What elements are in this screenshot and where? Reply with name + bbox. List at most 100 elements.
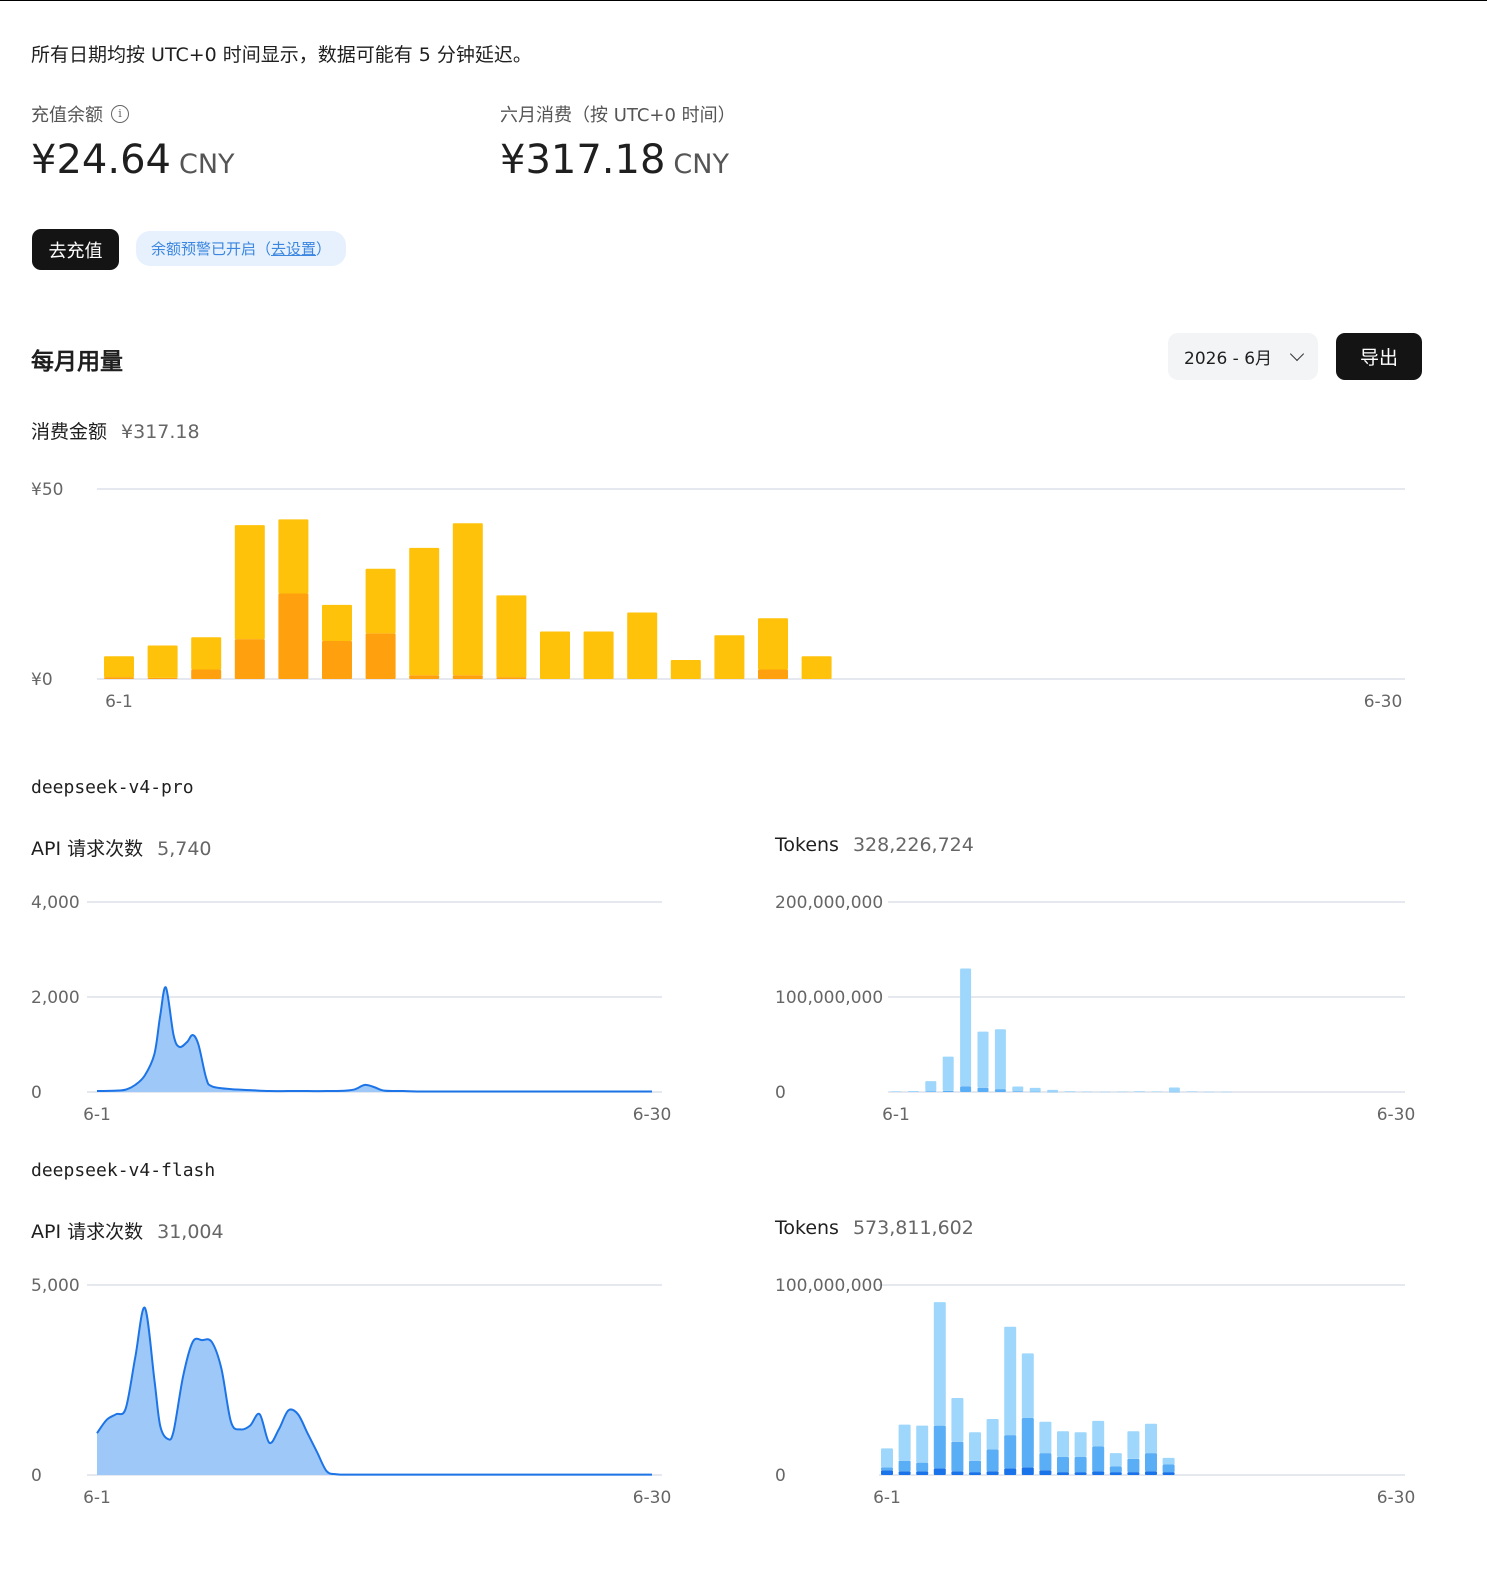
bar-segment [898, 1424, 911, 1461]
usage-title: 每月用量 [31, 349, 123, 375]
bar-segment [933, 1468, 946, 1475]
bar-segment [1134, 1091, 1146, 1092]
bar-segment [925, 1081, 937, 1092]
bar-segment [1109, 1466, 1122, 1473]
alert-text: 余额预警已开启（ [151, 240, 272, 258]
monthly-spend-block: 六月消费（按 UTC+0 时间） ¥317.18 CNY [500, 101, 736, 183]
cost-value: ¥317.18 [121, 421, 200, 443]
bar-segment [1127, 1431, 1140, 1459]
bar-segment [1116, 1091, 1128, 1093]
bar-segment [191, 669, 222, 679]
bar-segment [104, 677, 134, 679]
bar-segment [969, 1460, 981, 1473]
bar-segment [322, 604, 352, 641]
flash-tokens-chart: 0 100,000,000 6-1 6-30 [775, 1276, 1416, 1508]
flash-requests-chart: 0 5,000 6-1 6-30 [31, 1276, 671, 1508]
bar-segment [1145, 1423, 1157, 1454]
topup-button[interactable]: 去充值 [32, 229, 119, 270]
bar-segment [1004, 1468, 1017, 1475]
bar-segment [1145, 1471, 1157, 1475]
bar-segment [1021, 1353, 1034, 1418]
info-icon[interactable]: i [111, 105, 129, 123]
bar-segment [1127, 1458, 1140, 1473]
balance-value: ¥24.64 [31, 137, 171, 183]
bar-segment [951, 1441, 964, 1472]
bar-segment [409, 675, 440, 679]
y-tick-label: 2,000 [31, 988, 80, 1008]
model-name: deepseek-v4-pro [31, 777, 194, 798]
x-tick-label: 6-30 [1377, 1105, 1416, 1125]
bar-segment [758, 618, 788, 670]
bar-segment [1057, 1431, 1069, 1457]
bar-segment [104, 656, 134, 678]
y-tick-label: 200,000,000 [775, 893, 883, 913]
bar-segment [1109, 1453, 1122, 1467]
bar-segment [278, 593, 309, 679]
bar-segment [496, 677, 527, 679]
balance-unit: CNY [178, 149, 235, 180]
bar-segment [977, 1031, 989, 1088]
y-tick-label: 100,000,000 [775, 1276, 883, 1296]
timezone-notice: 所有日期均按 UTC+0 时间显示，数据可能有 5 分钟延迟。 [31, 44, 532, 66]
bar-segment [1162, 1457, 1175, 1465]
bar-segment [933, 1302, 946, 1426]
bar-segment [881, 1470, 893, 1475]
bar-segment [1021, 1418, 1034, 1468]
bar-segment [942, 1056, 954, 1091]
x-tick-label: 6-1 [83, 1105, 111, 1125]
month-select[interactable]: 2026 - 6月 [1168, 333, 1318, 380]
model-name: deepseek-v4-flash [31, 1160, 216, 1181]
y-tick-label: 0 [775, 1083, 786, 1103]
bar-segment [1151, 1091, 1163, 1093]
bar-segment [147, 677, 178, 679]
bar-segment [977, 1087, 989, 1092]
bar-segment [1168, 1091, 1180, 1093]
cost-metric: 消费金额 ¥317.18 [31, 417, 200, 444]
x-tick-label: 6-1 [105, 692, 133, 712]
bar-segment [234, 639, 265, 679]
bar-segment [1186, 1091, 1198, 1092]
bar-segment [951, 1398, 964, 1442]
requests-metric: API 请求次数 31,004 [31, 1217, 224, 1244]
export-button[interactable]: 导出 [1336, 333, 1422, 380]
x-tick-label: 6-1 [83, 1488, 111, 1508]
bar-segment [1047, 1091, 1059, 1093]
x-tick-label: 6-30 [1377, 1488, 1416, 1508]
x-tick-label: 6-30 [633, 1105, 672, 1125]
balance-label: 充值余额 [31, 105, 103, 126]
bar-segment [409, 547, 440, 676]
y-tick-label: ¥50 [31, 480, 63, 500]
bar-segment [986, 1418, 999, 1450]
alert-settings-link[interactable]: 去设置 [271, 238, 316, 259]
tokens-label: Tokens [775, 834, 839, 856]
bar-segment [234, 525, 265, 640]
pro-tokens-chart: 0 100,000,000 200,000,000 6-1 6-30 [775, 893, 1416, 1125]
bar-segment [1074, 1432, 1087, 1457]
x-tick-label: 6-30 [1364, 692, 1403, 712]
requests-value: 31,004 [157, 1221, 224, 1243]
bar-segment [1092, 1420, 1105, 1447]
bar-segment [942, 1090, 954, 1092]
bar-segment [1221, 1091, 1233, 1093]
bar-segment [986, 1449, 999, 1472]
bar-segment [1109, 1472, 1122, 1475]
bar-segment [1057, 1472, 1069, 1475]
requests-label: API 请求次数 [31, 838, 144, 860]
bar-segment [1039, 1453, 1052, 1471]
bar-segment [1057, 1456, 1069, 1473]
bar-segment [1081, 1091, 1093, 1093]
bar-segment [1029, 1091, 1041, 1093]
y-tick-label: 0 [775, 1466, 786, 1486]
requests-value: 5,740 [157, 838, 212, 860]
bar-segment [1203, 1091, 1215, 1093]
bar-segment [1004, 1435, 1017, 1469]
bar-segment [994, 1029, 1006, 1090]
bar-segment [540, 631, 570, 679]
requests-metric: API 请求次数 5,740 [31, 834, 212, 861]
bar-segment [1064, 1091, 1076, 1092]
bar-segment [898, 1471, 911, 1475]
monthly-spend-unit: CNY [673, 149, 729, 180]
y-tick-label: 100,000,000 [775, 988, 883, 1008]
bar-segment [1127, 1472, 1140, 1475]
area-fill [97, 987, 652, 1092]
